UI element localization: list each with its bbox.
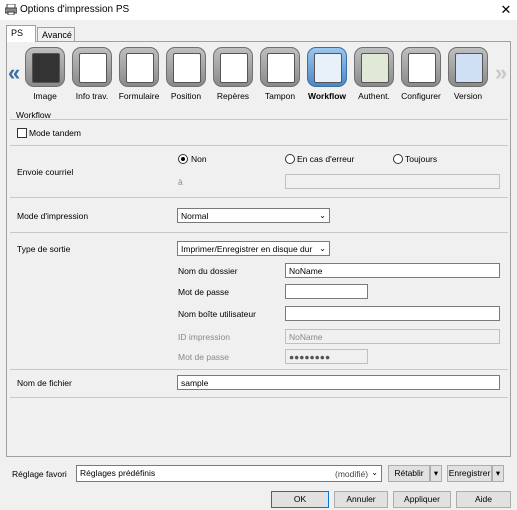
radio-en-cas-erreur-label: En cas d'erreur [297, 154, 355, 164]
radio-toujours-label: Toujours [405, 154, 438, 164]
nom-boite-label: Nom boîte utilisateur [178, 309, 256, 319]
toolbar-label-authent: Authent. [358, 91, 390, 101]
modified-label: (modifié) [335, 469, 369, 479]
position-icon[interactable] [166, 47, 206, 87]
close-icon[interactable]: ✕ [497, 1, 515, 19]
type-sortie-label: Type de sortie [17, 244, 71, 254]
enregistrer-button[interactable]: Enregistrer [447, 465, 492, 482]
chevron-down-icon: ⌄ [371, 468, 378, 477]
mot-de-passe-2-field: ●●●●●●●● [285, 349, 368, 364]
stamp-icon[interactable] [260, 47, 300, 87]
mode-tandem-label: Mode tandem [29, 128, 81, 138]
toolbar-label-formulaire: Formulaire [118, 91, 160, 101]
ok-button[interactable]: OK [271, 491, 329, 508]
window-title: Options d'impression PS [20, 4, 130, 15]
mode-impression-value: Normal [181, 211, 209, 221]
toolbar-label-info: Info trav. [75, 91, 109, 101]
type-sortie-select[interactable]: Imprimer/Enregistrer en disque dur ⌄ [177, 241, 330, 256]
aide-button[interactable]: Aide [456, 491, 511, 508]
radio-non-label: Non [191, 154, 207, 164]
retablir-dropdown-icon[interactable]: ▾ [430, 465, 442, 482]
toolbar-label-workflow: Workflow [307, 91, 347, 101]
radio-en-cas-erreur[interactable] [285, 154, 295, 164]
toolbar-label-position: Position [170, 91, 202, 101]
toolbar-label-configurer: Configurer [401, 91, 441, 101]
radio-toujours[interactable] [393, 154, 403, 164]
mot-de-passe-field[interactable] [285, 284, 368, 299]
envoie-courriel-label: Envoie courriel [17, 167, 74, 177]
divider [10, 369, 508, 370]
form-icon[interactable] [119, 47, 159, 87]
retablir-button[interactable]: Rétablir [388, 465, 430, 482]
annuler-button[interactable]: Annuler [334, 491, 388, 508]
appliquer-button[interactable]: Appliquer [393, 491, 451, 508]
reglage-favori-select[interactable]: Réglages prédéfinis (modifié) ⌄ [76, 465, 382, 482]
nom-dossier-label: Nom du dossier [178, 266, 238, 276]
divider [10, 119, 508, 120]
toolbar-label-tampon: Tampon [264, 91, 296, 101]
workflow-icon[interactable] [307, 47, 347, 87]
radio-non[interactable] [178, 154, 188, 164]
toolbar-label-image: Image [33, 91, 57, 101]
image-icon[interactable] [25, 47, 65, 87]
nom-fichier-field[interactable]: sample [177, 375, 500, 390]
authentication-icon[interactable] [354, 47, 394, 87]
nom-fichier-label: Nom de fichier [17, 378, 72, 388]
type-sortie-value: Imprimer/Enregistrer en disque dur [181, 244, 313, 254]
toolbar-label-reperes: Repères [216, 91, 250, 101]
chevron-down-icon: ⌄ [319, 244, 326, 253]
nom-dossier-field[interactable]: NoName [285, 263, 500, 278]
version-icon[interactable] [448, 47, 488, 87]
reglage-favori-label: Réglage favori [12, 469, 67, 479]
nom-boite-field[interactable] [285, 306, 500, 321]
reglage-favori-value: Réglages prédéfinis [80, 468, 156, 478]
scroll-left-icon[interactable]: « [8, 60, 20, 86]
printer-icon [5, 4, 17, 15]
configure-icon[interactable] [401, 47, 441, 87]
chevron-down-icon: ⌄ [319, 211, 326, 220]
mot-de-passe-label: Mot de passe [178, 287, 230, 297]
mode-impression-label: Mode d'impression [17, 211, 89, 221]
email-to-field [285, 174, 500, 189]
divider [10, 232, 508, 233]
to-label: à [178, 177, 183, 187]
toolbar-label-version: Version [453, 91, 483, 101]
mode-tandem-checkbox[interactable] [17, 128, 27, 138]
id-impression-field: NoName [285, 329, 500, 344]
tab-ps[interactable]: PS [6, 25, 36, 42]
mode-impression-select[interactable]: Normal ⌄ [177, 208, 330, 223]
enregistrer-dropdown-icon[interactable]: ▾ [492, 465, 504, 482]
marks-icon[interactable] [213, 47, 253, 87]
divider [10, 397, 508, 398]
mot-de-passe-2-label: Mot de passe [178, 352, 230, 362]
divider [10, 197, 508, 198]
job-info-icon[interactable] [72, 47, 112, 87]
scroll-right-icon[interactable]: » [495, 60, 507, 86]
id-impression-label: ID impression [178, 332, 230, 342]
divider [10, 145, 508, 146]
